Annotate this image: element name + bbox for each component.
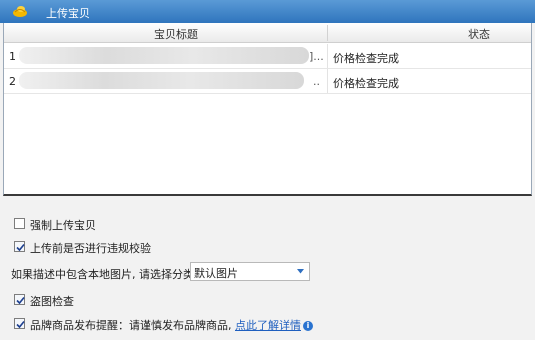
theft-check-checkbox[interactable] bbox=[14, 294, 25, 305]
column-header-title[interactable]: 宝贝标题 bbox=[154, 26, 198, 42]
row-index: 2 bbox=[9, 75, 16, 88]
row-title-trail: .. bbox=[313, 75, 320, 88]
column-header-status[interactable]: 状态 bbox=[468, 26, 490, 42]
image-category-label: 如果描述中包含本地图片, 请选择分类 bbox=[11, 268, 194, 281]
pre-check-checkbox[interactable] bbox=[14, 241, 25, 252]
force-upload-checkbox[interactable] bbox=[14, 218, 25, 229]
details-link[interactable]: 点此了解详情 bbox=[235, 319, 301, 332]
chevron-down-icon bbox=[297, 269, 304, 274]
upload-table: 宝贝标题 状态 1 ]... 价格检查完成 2 .. 价格检查完成 bbox=[3, 23, 532, 196]
info-icon[interactable]: i bbox=[303, 321, 313, 331]
brand-reminder-checkbox[interactable] bbox=[14, 318, 25, 329]
image-category-select[interactable]: 默认图片 bbox=[190, 262, 310, 281]
column-divider bbox=[327, 69, 328, 93]
theft-check-label: 盗图检查 bbox=[30, 295, 74, 308]
table-row[interactable]: 2 .. 价格检查完成 bbox=[4, 69, 531, 94]
blurred-title bbox=[19, 72, 304, 89]
checkmark-icon bbox=[16, 243, 25, 252]
brand-reminder-text: 品牌商品发布提醒：请谨慎发布品牌商品, 点此了解详情 i bbox=[30, 317, 313, 333]
app-logo-icon bbox=[13, 6, 27, 17]
row-status: 价格检查完成 bbox=[333, 52, 399, 65]
pre-check-label: 上传前是否进行违规校验 bbox=[30, 242, 151, 255]
checkmark-icon bbox=[16, 320, 25, 329]
column-divider[interactable] bbox=[327, 25, 328, 41]
image-category-value: 默认图片 bbox=[194, 267, 238, 280]
window-title: 上传宝贝 bbox=[46, 7, 90, 20]
row-status: 价格检查完成 bbox=[333, 77, 399, 90]
checkmark-icon bbox=[16, 296, 25, 305]
table-row[interactable]: 1 ]... 价格检查完成 bbox=[4, 44, 531, 69]
table-header: 宝贝标题 状态 bbox=[4, 23, 531, 43]
row-index: 1 bbox=[9, 50, 16, 63]
brand-reminder-label: 品牌商品发布提醒：请谨慎发布品牌商品, bbox=[30, 319, 232, 332]
blurred-title bbox=[19, 47, 309, 64]
force-upload-label: 强制上传宝贝 bbox=[30, 219, 96, 232]
row-title-trail: ]... bbox=[309, 50, 324, 63]
column-divider bbox=[327, 44, 328, 68]
title-bar: 上传宝贝 bbox=[0, 0, 535, 23]
